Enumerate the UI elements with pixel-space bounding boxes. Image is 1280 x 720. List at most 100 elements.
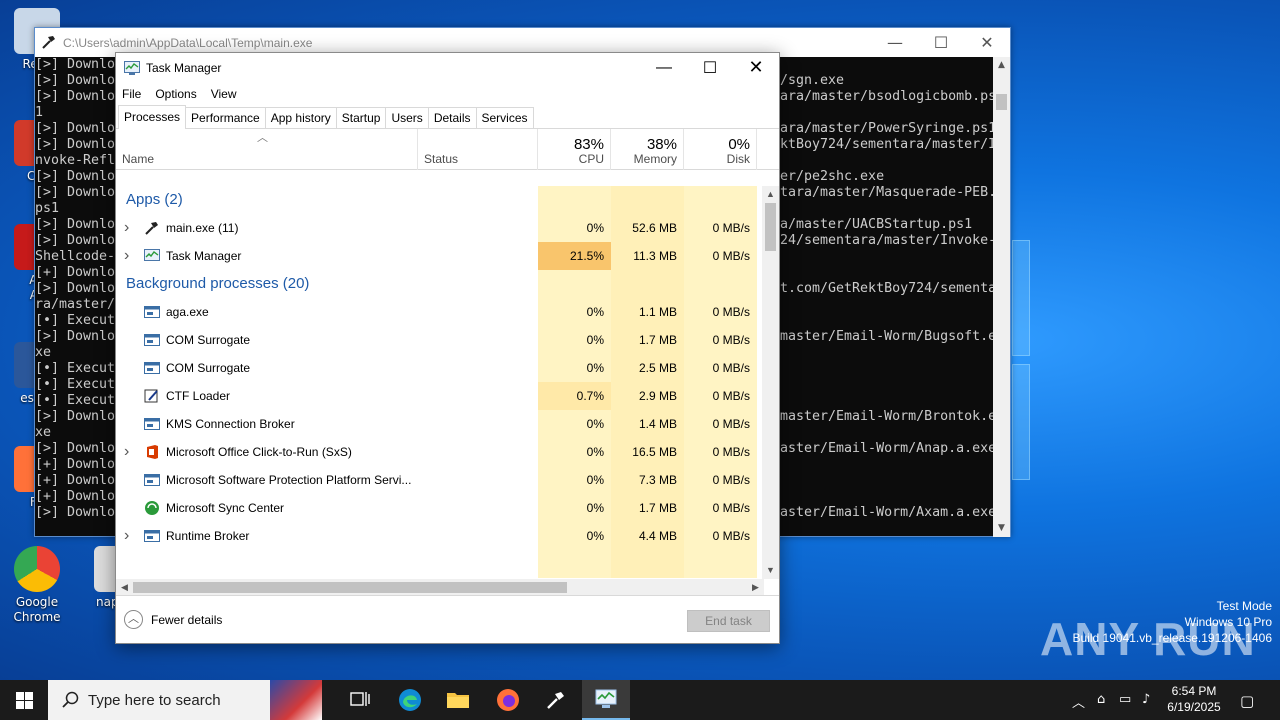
tab-services[interactable]: Services bbox=[475, 107, 534, 128]
process-row[interactable]: aga.exe 0% 1.1 MB 0 MB/s bbox=[116, 298, 764, 326]
console-line: er/pe2shc.exe bbox=[780, 169, 885, 184]
firefox-icon bbox=[497, 689, 519, 711]
process-row-partial bbox=[116, 550, 764, 578]
taskmgr-icon bbox=[144, 249, 160, 263]
expand-chevron-icon[interactable]: › bbox=[124, 214, 129, 242]
start-button[interactable] bbox=[0, 680, 48, 720]
tab-performance[interactable]: Performance bbox=[185, 107, 266, 128]
scroll-thumb[interactable] bbox=[996, 94, 1007, 110]
tab-app-history[interactable]: App history bbox=[264, 107, 337, 128]
group-header[interactable]: Background processes (20) bbox=[116, 270, 764, 298]
scroll-thumb[interactable] bbox=[133, 582, 567, 593]
process-row[interactable]: › Task Manager 21.5% 11.3 MB 0 MB/s bbox=[116, 242, 764, 270]
notification-icon[interactable]: ▢ bbox=[1240, 692, 1254, 710]
search-highlight-icon bbox=[270, 680, 322, 720]
process-row[interactable]: Microsoft Software Protection Platform S… bbox=[116, 466, 764, 494]
end-task-button[interactable]: End task bbox=[687, 610, 770, 632]
menu-file[interactable]: File bbox=[122, 87, 141, 101]
column-status[interactable]: Status bbox=[418, 129, 538, 170]
scroll-down-icon[interactable]: ▼ bbox=[993, 520, 1010, 537]
tm-horizontal-scrollbar[interactable]: ◀ ▶ bbox=[116, 579, 764, 596]
process-row[interactable]: KMS Connection Broker 0% 1.4 MB 0 MB/s bbox=[116, 410, 764, 438]
process-row[interactable]: › main.exe (11) 0% 52.6 MB 0 MB/s bbox=[116, 214, 764, 242]
search-placeholder: Type here to search bbox=[88, 691, 221, 709]
network-icon[interactable]: ⌂ bbox=[1097, 692, 1105, 707]
taskbar-firefox[interactable] bbox=[484, 680, 532, 720]
minimize-button[interactable]: — bbox=[872, 28, 918, 57]
column-disk[interactable]: 0% Disk bbox=[684, 129, 757, 170]
tab-users[interactable]: Users bbox=[385, 107, 429, 128]
desktop-icon-label: Google Chrome bbox=[13, 595, 61, 624]
group-header[interactable]: Apps (2) bbox=[116, 186, 764, 214]
scroll-up-icon[interactable]: ▲ bbox=[762, 186, 779, 203]
scroll-left-icon[interactable]: ◀ bbox=[116, 579, 133, 596]
search-box[interactable]: Type here to search bbox=[48, 680, 322, 720]
menu-options[interactable]: Options bbox=[155, 87, 196, 101]
tm-minimize-button[interactable]: — bbox=[641, 53, 687, 82]
process-row[interactable]: Microsoft Sync Center 0% 1.7 MB 0 MB/s bbox=[116, 494, 764, 522]
menu-view[interactable]: View bbox=[211, 87, 237, 101]
process-name: COM Surrogate bbox=[166, 361, 251, 375]
scroll-right-icon[interactable]: ▶ bbox=[747, 579, 764, 596]
console-line: [>] Downlo bbox=[35, 169, 116, 184]
group-cell bbox=[611, 186, 684, 214]
window-icon bbox=[144, 529, 160, 543]
window-icon bbox=[144, 473, 160, 487]
tm-close-button[interactable]: ✕ bbox=[733, 53, 779, 82]
desktop-icon[interactable]: Google Chrome bbox=[0, 546, 74, 625]
console-line: [>] Downlo bbox=[35, 89, 116, 104]
process-disk: 0 MB/s bbox=[684, 522, 757, 550]
expand-chevron-icon[interactable]: › bbox=[124, 242, 129, 270]
console-scrollbar[interactable]: ▲ ▼ bbox=[993, 57, 1010, 537]
tm-titlebar[interactable]: Task Manager — ☐ ✕ bbox=[116, 53, 779, 83]
clock[interactable]: 6:54 PM 6/19/2025 bbox=[1160, 683, 1228, 715]
taskbar-explorer[interactable] bbox=[434, 680, 482, 720]
tab-processes[interactable]: Processes bbox=[118, 105, 187, 129]
process-name: Microsoft Office Click-to-Run (SxS) bbox=[166, 445, 352, 459]
process-memory: 1.1 MB bbox=[611, 298, 684, 326]
scroll-thumb[interactable] bbox=[765, 203, 776, 251]
group-cell bbox=[538, 270, 611, 298]
chevron-up-icon[interactable]: ︿ bbox=[1072, 692, 1085, 711]
tm-vertical-scrollbar[interactable]: ▲ ▼ bbox=[762, 186, 779, 579]
process-memory: 4.4 MB bbox=[611, 522, 684, 550]
edge-icon bbox=[399, 689, 421, 711]
maximize-button[interactable]: ☐ bbox=[918, 28, 964, 57]
tm-maximize-button[interactable]: ☐ bbox=[687, 53, 733, 82]
tab-details[interactable]: Details bbox=[427, 107, 477, 128]
tab-startup[interactable]: Startup bbox=[335, 107, 387, 128]
process-row[interactable]: › Microsoft Office Click-to-Run (SxS) 0% 16… bbox=[116, 438, 764, 466]
volume-icon[interactable]: ♪ bbox=[1142, 692, 1150, 707]
scroll-down-icon[interactable]: ▼ bbox=[762, 562, 779, 579]
process-memory: 16.5 MB bbox=[611, 438, 684, 466]
close-button[interactable]: ✕ bbox=[964, 28, 1010, 57]
console-line: [>] Downlo bbox=[35, 329, 116, 344]
console-line: 24/sementara/master/Invoke- bbox=[780, 233, 995, 248]
task-view-button[interactable] bbox=[336, 680, 384, 720]
clock-date: 6/19/2025 bbox=[1167, 700, 1221, 714]
task-manager-window[interactable]: Task Manager — ☐ ✕ File Options View Pro… bbox=[115, 52, 780, 644]
process-row[interactable]: › Runtime Broker 0% 4.4 MB 0 MB/s bbox=[116, 522, 764, 550]
console-title: C:\Users\admin\AppData\Local\Temp\main.e… bbox=[63, 35, 313, 50]
fewer-details-label: Fewer details bbox=[151, 612, 223, 627]
process-row[interactable]: CTF Loader 0.7% 2.9 MB 0 MB/s bbox=[116, 382, 764, 410]
process-row[interactable]: COM Surrogate 0% 2.5 MB 0 MB/s bbox=[116, 354, 764, 382]
expand-chevron-icon[interactable]: › bbox=[124, 522, 129, 550]
scroll-up-icon[interactable]: ▲ bbox=[993, 57, 1010, 74]
column-memory[interactable]: 38% Memory bbox=[611, 129, 684, 170]
column-name[interactable]: Name bbox=[116, 129, 418, 170]
ethernet-icon[interactable]: ▭ bbox=[1119, 692, 1131, 707]
process-row[interactable]: COM Surrogate 0% 1.7 MB 0 MB/s bbox=[116, 326, 764, 354]
fewer-details-button[interactable]: ︿ Fewer details bbox=[124, 610, 222, 629]
taskbar-task-manager[interactable] bbox=[582, 680, 630, 720]
console-line: [+] Downlo bbox=[35, 473, 116, 488]
column-cpu[interactable]: 83% CPU bbox=[538, 129, 611, 170]
taskbar-main-exe[interactable] bbox=[532, 680, 580, 720]
expand-chevron-icon[interactable]: › bbox=[124, 438, 129, 466]
taskbar-edge[interactable] bbox=[386, 680, 434, 720]
